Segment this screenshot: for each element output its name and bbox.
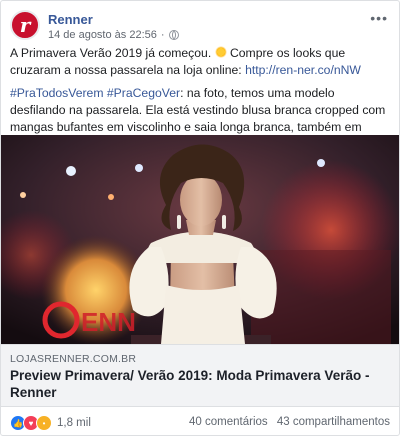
timestamp-link[interactable]: 14 de agosto às 22:56 [48,29,157,41]
reaction-count[interactable]: 1,8 mil [57,417,91,429]
hashtag-pratodosverem[interactable]: #PraTodosVerem [10,86,104,100]
page-name-link[interactable]: Renner [48,12,93,27]
post-photo[interactable]: ENN [1,135,399,344]
svg-text:ENN: ENN [81,307,136,337]
shop-link[interactable]: http://ren-ner.co/nNW [245,63,361,77]
link-preview[interactable]: LOJASRENNER.COM.BR Preview Primavera/ Ve… [1,344,399,407]
shares-count[interactable]: 43 compartilhamentos [277,416,390,428]
comments-count[interactable]: 40 comentários [189,416,268,428]
sun-emoji-icon [214,46,227,58]
post-meta: 14 de agosto às 22:56 · [48,29,179,41]
post-footer: 👍 ♥ • 1,8 mil 40 comentários 43 comparti… [1,407,399,435]
link-domain: LOJASRENNER.COM.BR [10,353,137,365]
wow-icon: • [36,415,52,431]
text-line1a: A Primavera Verão 2019 já começou. [10,46,215,60]
post-card: r Renner 14 de agosto às 22:56 · ••• A P… [0,0,400,436]
post-header: r Renner 14 de agosto às 22:56 · ••• [10,10,390,44]
runway-photo-illustration: ENN [1,135,399,344]
globe-icon[interactable] [168,30,179,40]
hashtag-pracegover[interactable]: #PraCegoVer [107,86,180,100]
avatar[interactable]: r [10,10,40,40]
link-title[interactable]: Preview Primavera/ Verão 2019: Moda Prim… [10,367,390,401]
engagement-stats: 40 comentários 43 compartilhamentos [189,416,390,428]
reactions-summary[interactable]: 👍 ♥ • 1,8 mil [10,415,91,431]
more-options-icon[interactable]: ••• [370,10,388,26]
